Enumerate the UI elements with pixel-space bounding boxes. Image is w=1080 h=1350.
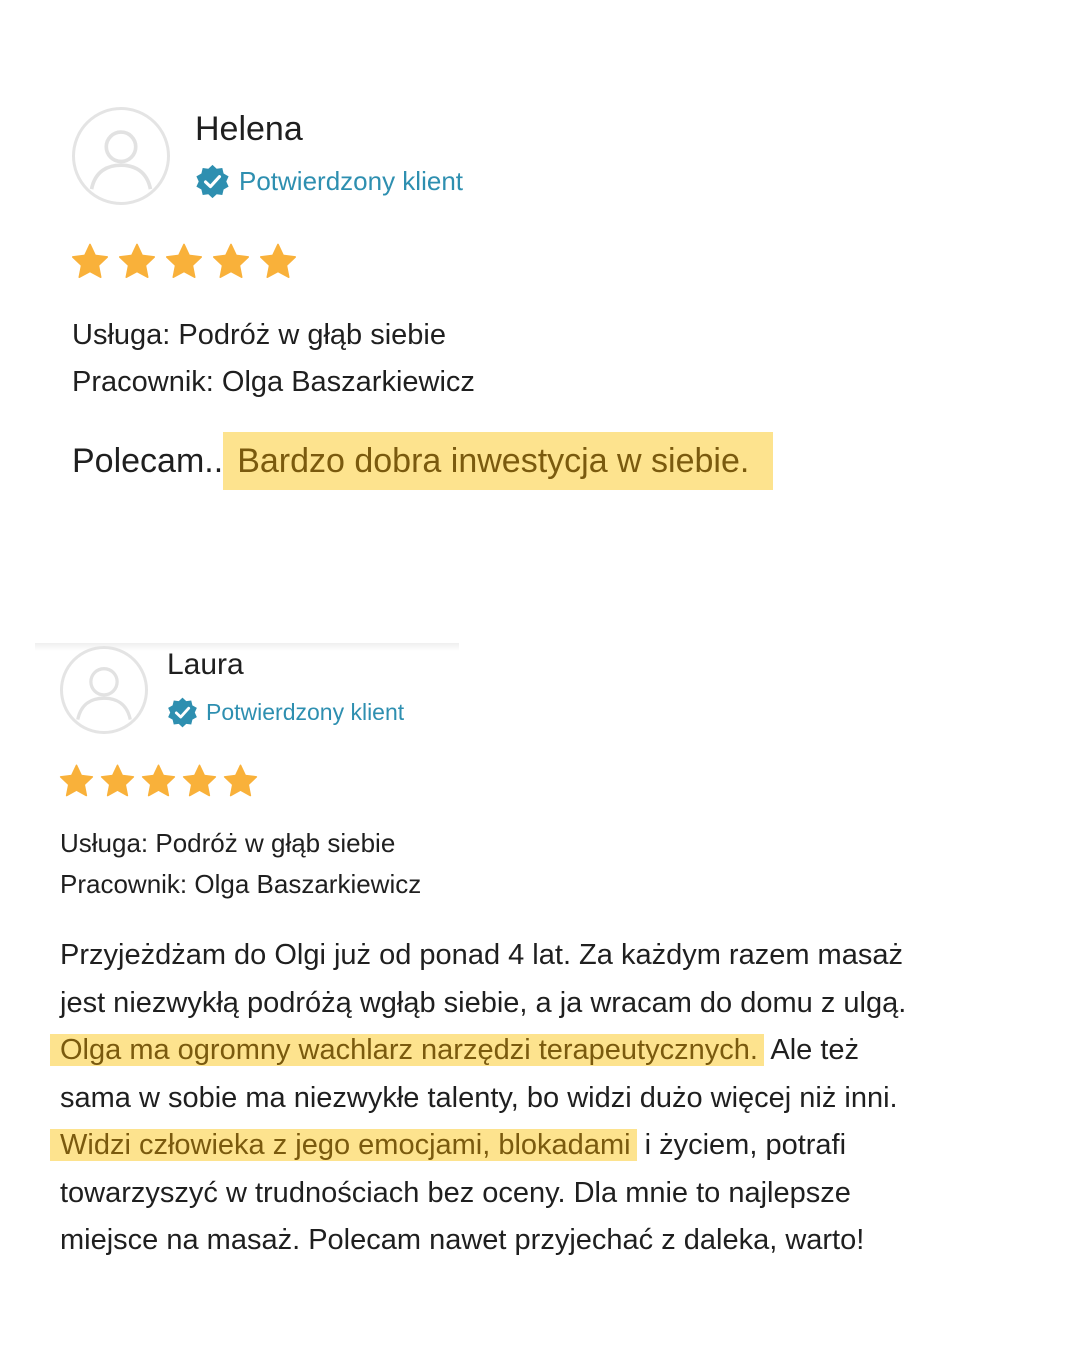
star-icon xyxy=(72,243,108,278)
review-text-plain: i życiem, potrafi xyxy=(636,1129,847,1161)
review-text: Przyjeżdżam do Olgi już od ponad 4 lat. … xyxy=(50,932,907,1265)
star-icon xyxy=(260,243,296,278)
verified-badge-icon xyxy=(168,697,197,728)
review-text-line: miejsce na masaż. Polecam nawet przyjech… xyxy=(60,1224,865,1256)
review-text-line: Widzi człowieka z jego emocjami, blokada… xyxy=(50,1122,906,1170)
avatar-placeholder-icon xyxy=(72,107,170,205)
review-text-highlight: Bardzo dobra inwestycja w siebie. xyxy=(223,432,774,490)
verified-label: Potwierdzony klient xyxy=(206,699,405,725)
review-text-line: towarzyszyć w trudnościach bez oceny. Dl… xyxy=(60,1176,851,1209)
review-text-line: Olga ma ogromny wachlarz narzędzi terape… xyxy=(50,1027,906,1075)
star-icon xyxy=(166,243,203,278)
verified-badge-icon xyxy=(196,164,229,199)
avatar-placeholder-icon xyxy=(60,646,148,734)
star-icon xyxy=(213,243,250,278)
review-text-highlight: Widzi człowieka z jego emocjami, blokada… xyxy=(50,1129,637,1161)
verified-label: Potwierdzony klient xyxy=(239,166,463,196)
star-icon xyxy=(223,764,258,797)
reviewer-name: Laura xyxy=(167,648,244,681)
verified-client: Potwierdzony klient xyxy=(166,696,404,729)
review-text-plain: Polecam.. xyxy=(72,442,224,480)
verified-client: Potwierdzony klient xyxy=(194,163,463,200)
star-icon xyxy=(119,243,156,278)
service-line: Usługa: Podróż w głąb siebie xyxy=(72,319,446,351)
employee-line: Pracownik: Olga Baszarkiewicz xyxy=(72,366,475,398)
star-icon xyxy=(59,764,94,797)
review-text-plain: Ale też xyxy=(763,1034,860,1066)
star-rating xyxy=(70,242,305,282)
review-text-line: jest niezwykłą podróżą wgłąb siebie, a j… xyxy=(60,986,907,1019)
review-text-highlight: Olga ma ogromny wachlarz narzędzi terape… xyxy=(50,1034,764,1066)
reviewer-name: Helena xyxy=(195,110,303,148)
star-icon xyxy=(141,764,176,797)
service-line: Usługa: Podróż w głąb siebie xyxy=(60,828,396,858)
star-rating xyxy=(58,763,263,800)
review-meta: Usługa: Podróż w głąb siebie Pracownik: … xyxy=(72,312,475,406)
review-meta: Usługa: Podróż w głąb siebie Pracownik: … xyxy=(60,823,421,905)
star-icon xyxy=(100,764,135,797)
star-icon xyxy=(182,764,217,797)
employee-line: Pracownik: Olga Baszarkiewicz xyxy=(60,869,422,899)
review-text: Polecam.. Bardzo dobra inwestycja w siebi… xyxy=(72,432,774,490)
review-text-line: Przyjeżdżam do Olgi już od ponad 4 lat. … xyxy=(60,939,903,971)
review-text-line: sama w sobie ma niezwykłe talenty, bo wi… xyxy=(60,1081,898,1114)
